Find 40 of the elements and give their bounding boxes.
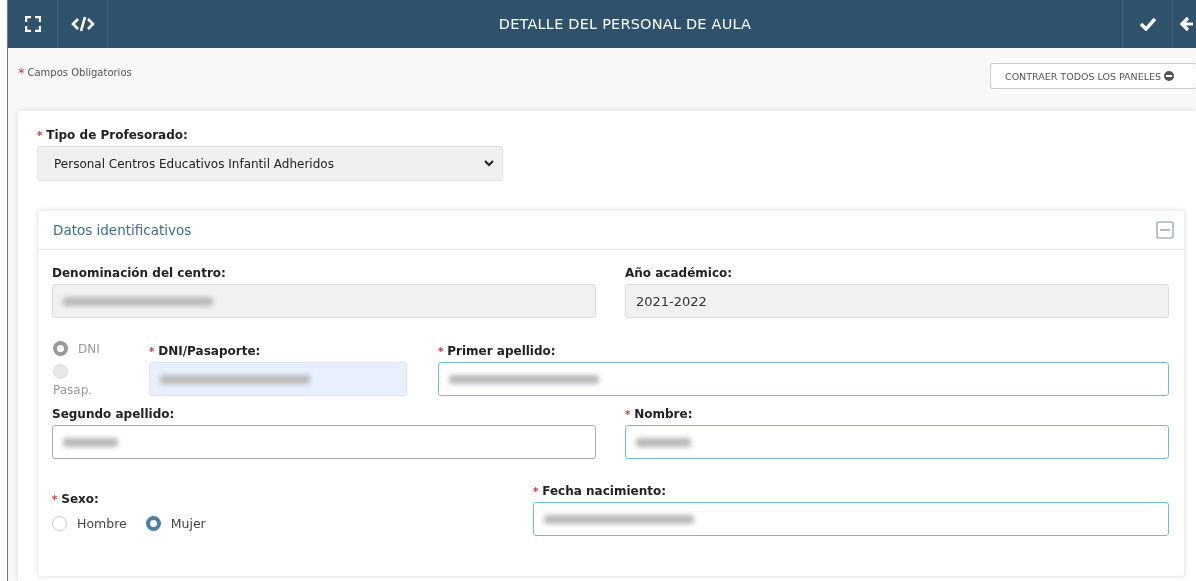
radio-label: Mujer: [170, 516, 206, 531]
field-label: DNI/Pasaporte:: [158, 344, 261, 358]
fullscreen-icon: [24, 16, 41, 32]
code-icon: [70, 16, 95, 32]
section-title: Datos identificativos: [53, 222, 192, 238]
back-button[interactable]: [1172, 0, 1196, 48]
input-field[interactable]: [438, 362, 1169, 396]
teacher-type-dropdown[interactable]: Personal Centros Educativos Infantil Adheridos: [37, 146, 503, 181]
field-label: Sexo:: [61, 492, 99, 506]
required-mark: *: [52, 493, 58, 505]
check-icon: [1138, 17, 1157, 31]
date-field[interactable]: [533, 502, 1169, 536]
required-mark: *: [18, 65, 25, 80]
radio-label: Pasap.: [53, 383, 93, 397]
field-label: Denominación del centro:: [52, 266, 226, 280]
minus-circle-icon: [1164, 71, 1175, 81]
input-field[interactable]: [52, 425, 596, 459]
collapse-all-button[interactable]: CONTRAER TODOS LOS PANELES: [990, 63, 1196, 89]
required-mark: *: [438, 345, 444, 357]
collapse-icon[interactable]: [1156, 221, 1174, 239]
input-field[interactable]: [625, 425, 1169, 459]
radio-button[interactable]: [145, 516, 161, 531]
field-label: Fecha nacimiento:: [542, 484, 666, 498]
chevron-down-icon: [484, 160, 494, 167]
required-mark: *: [625, 408, 631, 420]
arrow-left-icon: [1179, 16, 1193, 32]
required-mark: *: [149, 345, 155, 357]
required-note: Campos Obligatorios: [27, 67, 132, 78]
field-label: Tipo de Profesorado:: [46, 128, 188, 142]
radio-label: Hombre: [77, 516, 127, 531]
window-title: DETALLE DEL PERSONAL DE AULA: [497, 16, 753, 32]
field-label: Año académico:: [625, 266, 733, 280]
required-mark: *: [533, 485, 539, 497]
field-label: Nombre:: [634, 407, 693, 421]
radio-button[interactable]: [52, 516, 67, 531]
radio-label: DNI: [78, 341, 100, 356]
field-label: Primer apellido:: [447, 344, 556, 358]
input-field[interactable]: 2021-2022: [625, 284, 1169, 318]
field-label: Segundo apellido:: [52, 407, 175, 421]
required-mark: *: [37, 129, 43, 141]
